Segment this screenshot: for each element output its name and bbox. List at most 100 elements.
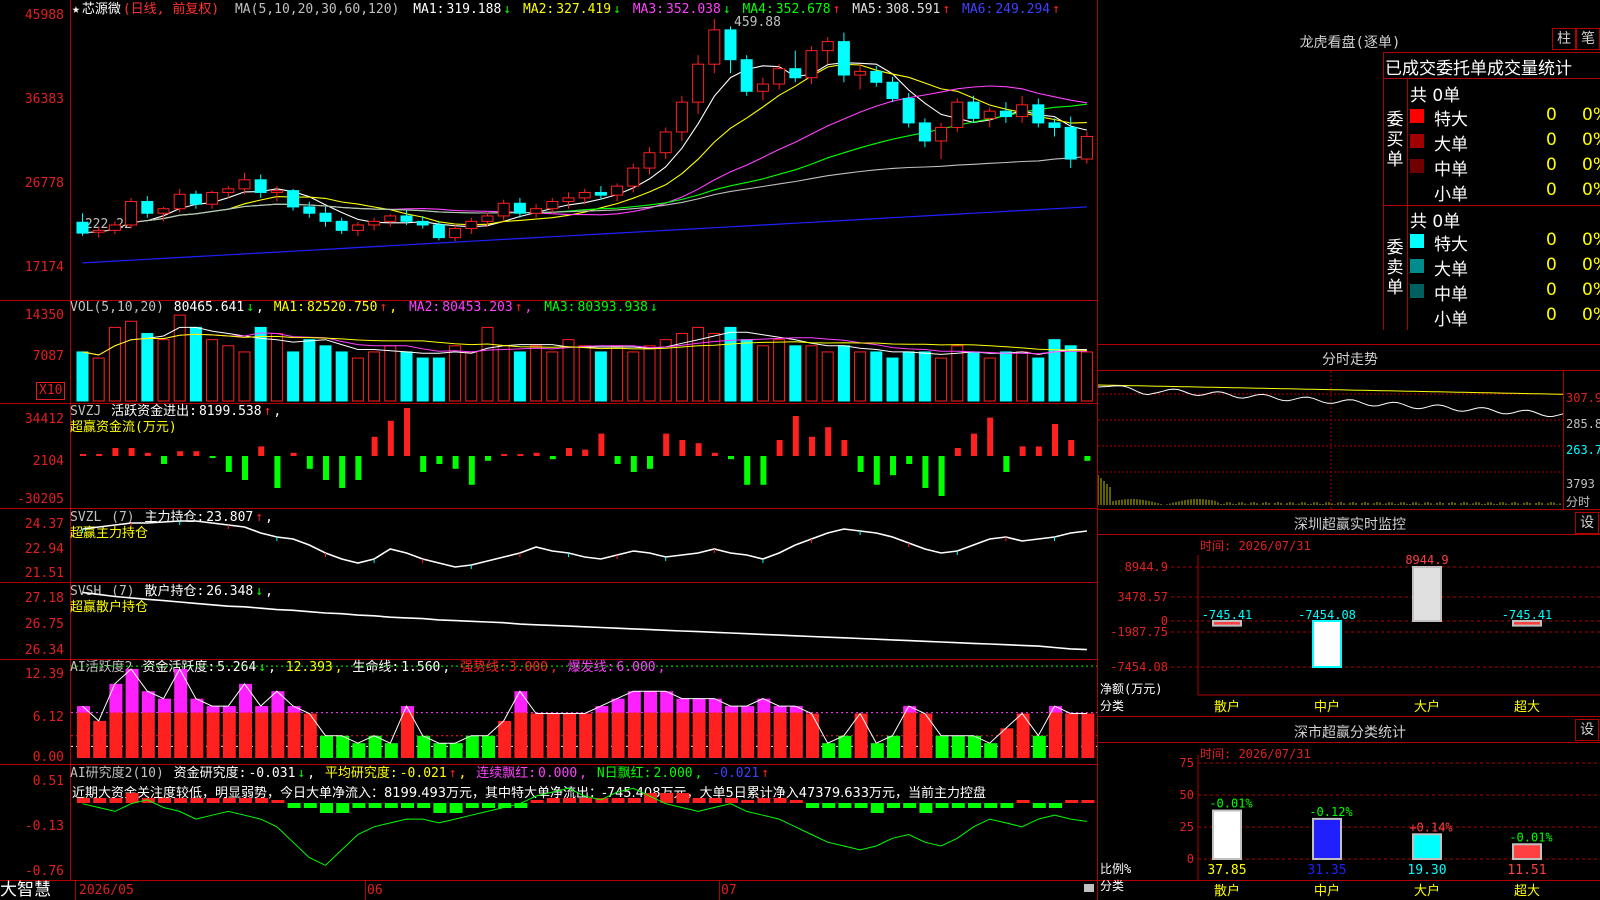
sz-monitor-chart[interactable]: 8944.93478.570-1987.75-7454.08-745.41散户-… [1098,555,1600,715]
research-bar [951,803,965,808]
intraday-chart[interactable] [1098,371,1563,509]
bar-mode-button[interactable]: 柱 [1552,28,1576,50]
fund-flow-bar [452,456,459,469]
candle-body [287,190,300,208]
kline-chart[interactable]: 459.88 ←222.22 [71,0,1097,300]
svzj-chart[interactable] [71,404,1097,508]
color-swatch [1410,159,1424,173]
fund-flow-bar [890,456,896,476]
fund-flow-bar [80,454,86,456]
activity-bar [708,712,722,758]
candle-body [951,101,964,128]
candle-body [513,202,526,214]
fund-flow-bar [614,456,621,464]
volume-bar [319,345,332,402]
volume-bar [594,351,607,402]
tab-volume-stats[interactable]: 成交量统计 [1487,59,1572,79]
activity-bar [239,712,252,758]
research-bar [1016,800,1030,803]
candle-body [335,220,348,231]
volume-bar [789,345,802,402]
research-bar [352,803,366,808]
candle-body [497,202,510,217]
research-bar [239,798,252,803]
fund-flow-bar [987,417,994,456]
candle-body [578,191,591,199]
order-row: 大单 0 0% [1410,255,1600,280]
volume-bar [76,351,89,402]
candle-body [773,68,786,85]
ai-active-chart[interactable] [71,660,1097,764]
order-row: 大单 0 0% [1410,130,1600,155]
activity-bar [93,720,107,758]
sz-divider [1097,534,1600,535]
classify-divider [1097,742,1600,743]
research-bar [125,793,139,803]
research-bar [222,798,236,803]
intraday-title: 分时走势 [1322,352,1378,368]
research-bar [336,803,350,813]
volume-bar [335,351,348,402]
volume-chart[interactable] [71,301,1097,403]
tab-orders[interactable]: 委托单 [1436,59,1487,79]
research-bar [935,803,949,808]
research-bar [579,798,593,803]
fund-flow-bar [728,456,734,460]
order-percent: 0% [1582,230,1600,250]
research-bar [870,803,884,813]
research-bar [320,803,333,813]
order-percent: 0% [1582,280,1600,300]
fund-flow-bar [485,456,491,461]
research-bar [449,803,463,813]
activity-bar [789,712,803,758]
research-bar [1049,803,1062,808]
research-bar [725,798,738,803]
scroll-handle[interactable] [1084,884,1094,892]
fund-flow-bar [258,446,265,456]
volume-bar [983,357,996,402]
research-bar [854,803,868,808]
classify-chart[interactable]: 75 50 25 0 -0.01% 37.85 散户 -0.12% 31.35 中户 +0.14% 1… [1098,755,1600,900]
fund-flow-bar [630,456,637,472]
tab-filled[interactable]: 已成交 [1385,59,1436,79]
fund-flow-bar [792,416,799,456]
order-count: 0 [1546,305,1557,325]
activity-bar [757,712,771,758]
sz-monitor-settings-button[interactable]: 设 [1575,512,1599,534]
color-swatch [1410,259,1424,273]
classify-value-label: 31.35 [1307,863,1346,878]
candle-body [206,191,219,205]
candle-body [854,70,867,76]
intraday-axis-border [1563,371,1564,509]
fund-flow-bar [825,427,832,456]
fund-flow-bar [209,456,216,458]
research-bar [1081,800,1095,803]
intraday-ylabel: 3793 [1566,477,1595,491]
fund-flow-bar [1019,446,1026,456]
order-size-label: 大单 [1434,260,1468,280]
volume-bar [1048,339,1061,402]
classify-ylabel: 25 [1180,820,1194,834]
activity-burst-bar [206,706,220,713]
lhb-divider [1383,78,1600,79]
classify-settings-button[interactable]: 设 [1575,719,1599,741]
research-bar [255,798,269,803]
svzl-chart[interactable] [71,509,1097,582]
order-count: 0 [1546,255,1557,275]
ai-research-chart[interactable] [71,765,1097,880]
research-bar [887,803,900,808]
pen-mode-button[interactable]: 笔 [1576,28,1600,50]
activity-bar [498,720,512,758]
ma6-line [82,206,1087,264]
activity-burst-bar [255,706,269,713]
candle-body [92,229,105,233]
research-bar [708,798,722,803]
volume-bar [805,345,818,402]
vol-unit-badge[interactable]: X10 [36,382,66,400]
candle-body [724,29,737,61]
activity-burst-bar [644,691,657,713]
svsh-chart[interactable] [71,583,1097,659]
color-swatch [1410,284,1424,298]
candle-body [1032,104,1045,124]
research-bar [984,803,998,808]
